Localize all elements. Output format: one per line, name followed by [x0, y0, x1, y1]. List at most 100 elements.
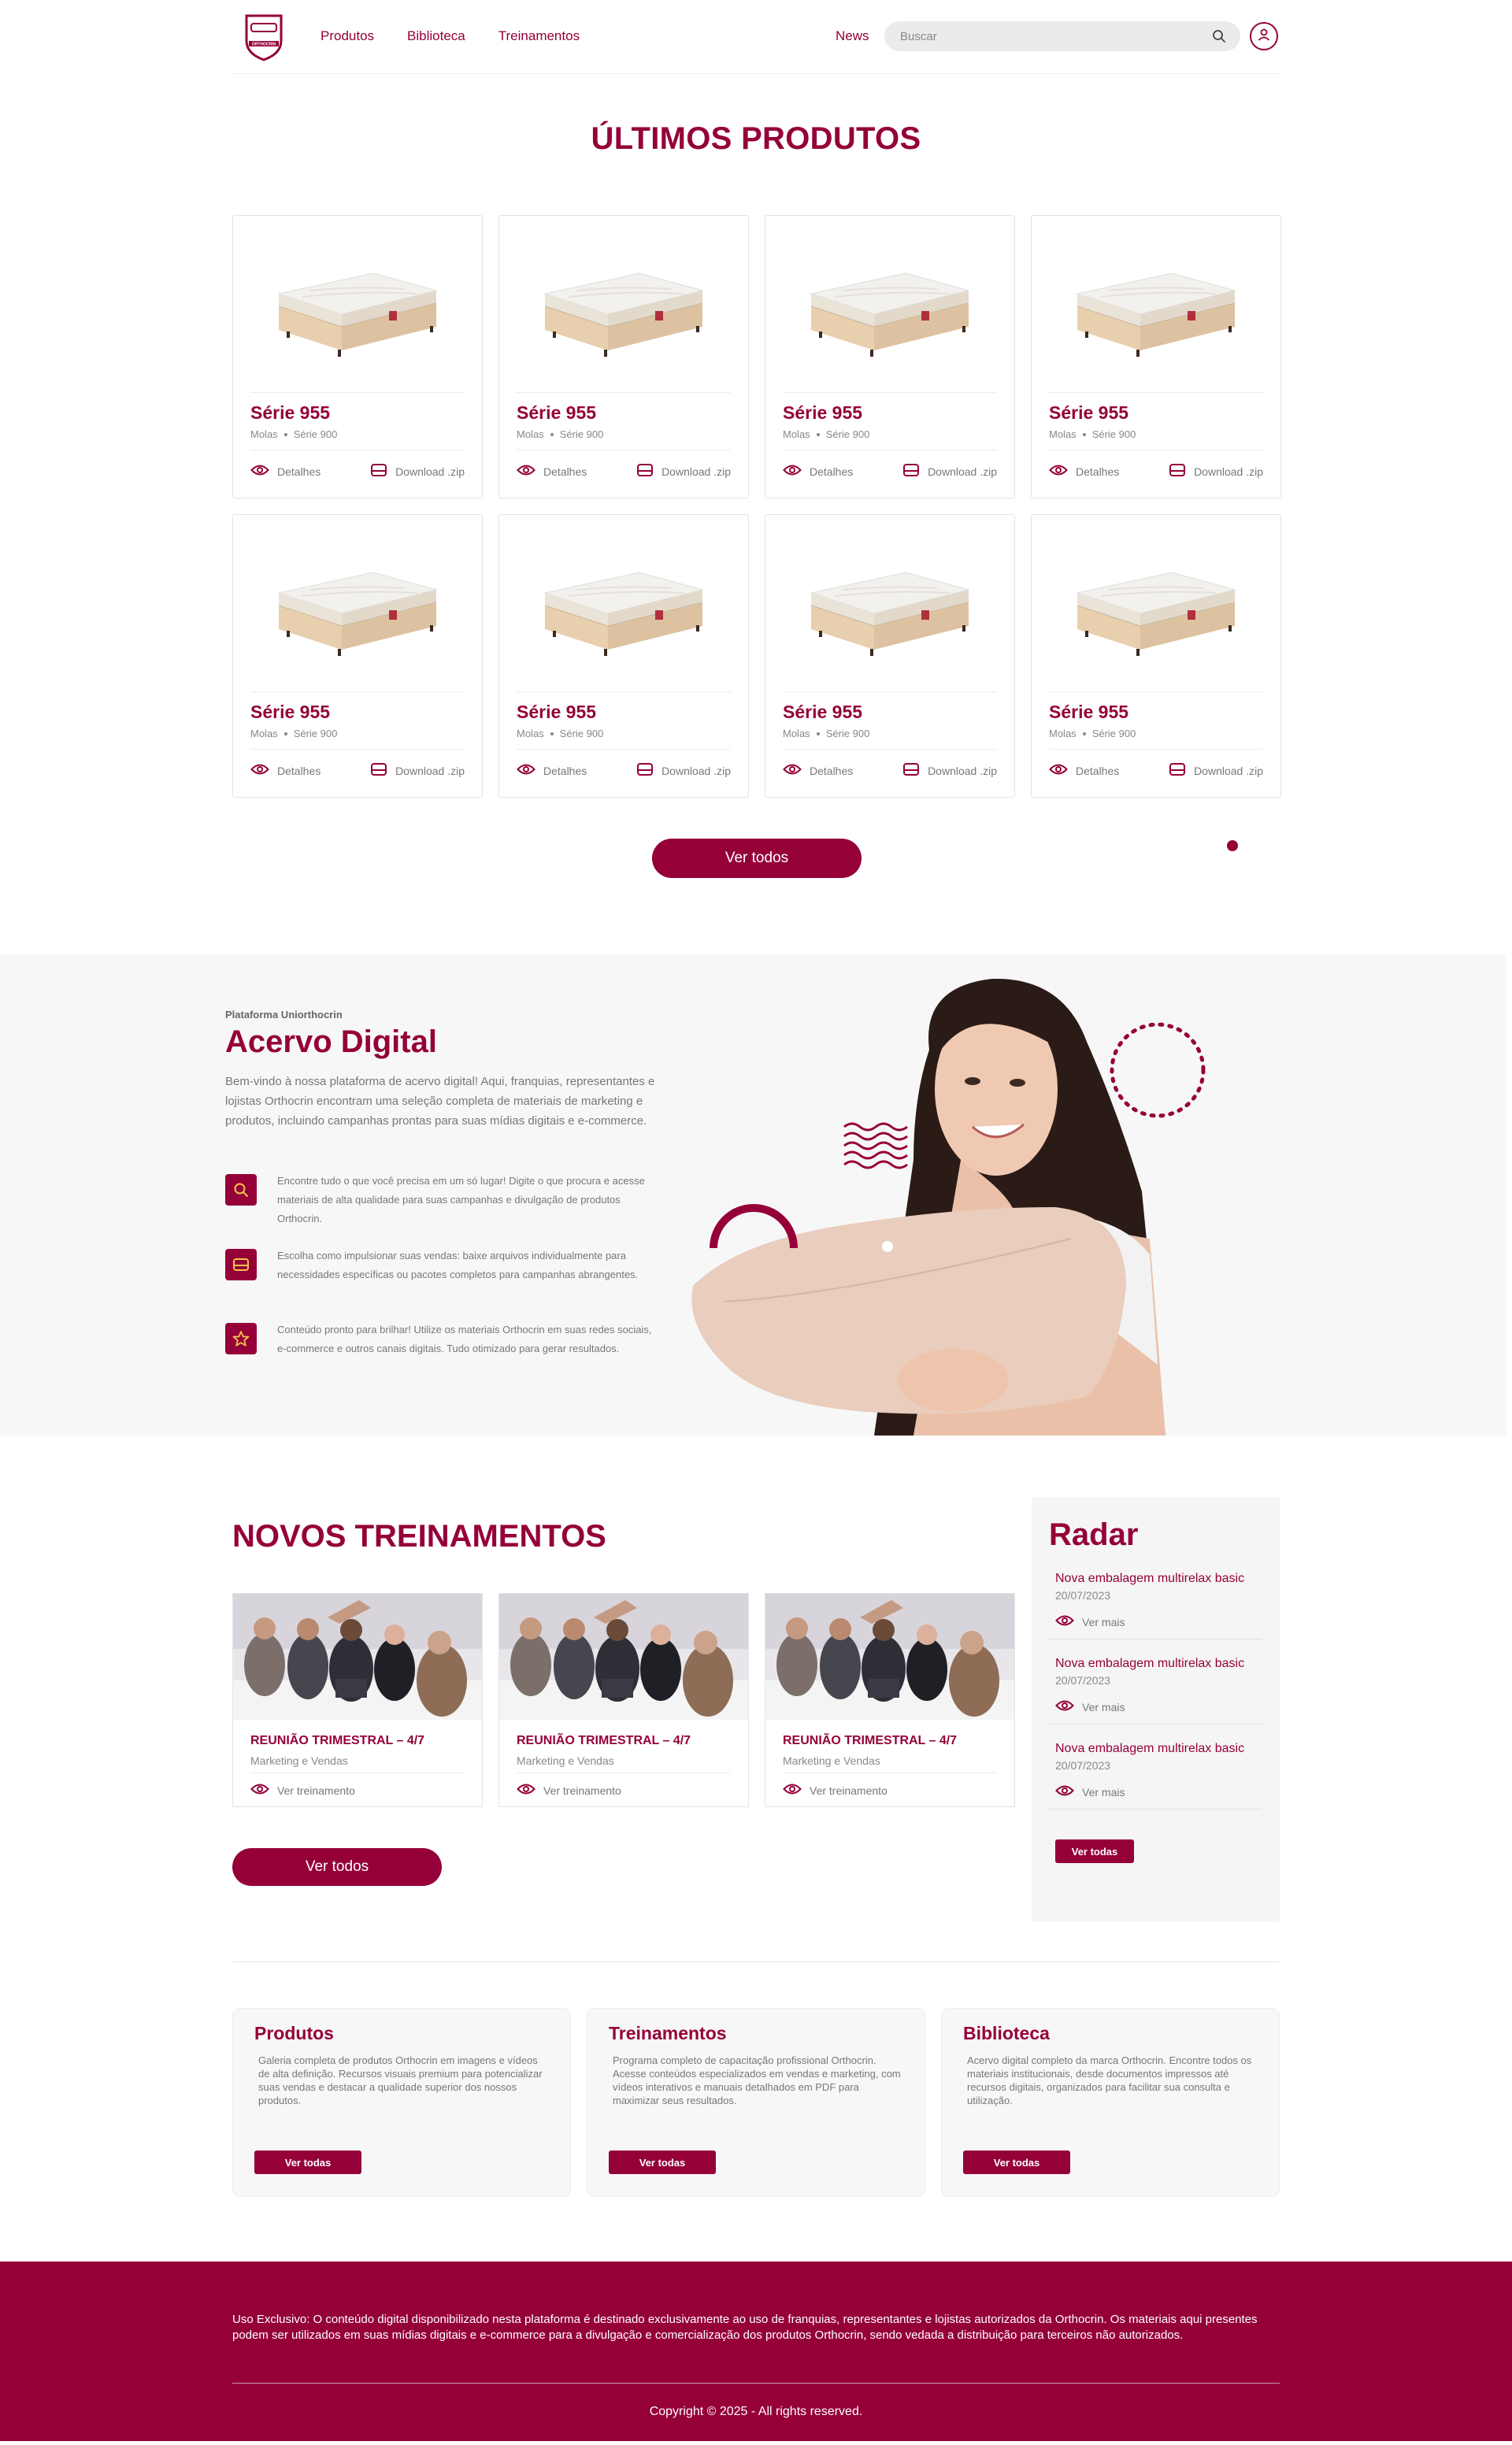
feature-text: Escolha como impulsionar suas vendas: ba… [277, 1250, 639, 1280]
details-button[interactable]: Detalhes [783, 463, 853, 480]
search-icon[interactable] [1210, 28, 1228, 45]
footer-notice: Uso Exclusivo: O conteúdo digital dispon… [232, 2313, 1258, 2342]
training-image[interactable] [765, 1594, 1014, 1720]
product-meta: Molas Série 900 [517, 428, 731, 440]
feature-item-ready: Conteúdo pronto para brilhar! Utilize os… [225, 1323, 658, 1358]
details-button[interactable]: Detalhes [517, 463, 587, 480]
feature-text: Encontre tudo o que você precisa em um s… [277, 1175, 645, 1224]
radar-title: Radar [1049, 1517, 1139, 1552]
product-card[interactable]: Série 955 Molas Série 900 Detalhes Downl… [765, 514, 1015, 798]
details-label: Detalhes [543, 764, 587, 777]
details-button[interactable]: Detalhes [517, 762, 587, 779]
radar-ver-todas-button[interactable]: Ver todas [1055, 1839, 1134, 1863]
feature-text: Conteúdo pronto para brilhar! Utilize os… [277, 1324, 652, 1354]
training-card[interactable]: REUNIÃO TRIMESTRAL – 4/7 Marketing e Ven… [765, 1593, 1015, 1807]
details-button[interactable]: Detalhes [1049, 463, 1119, 480]
product-card[interactable]: Série 955 Molas Série 900 Detalhes Downl… [1031, 514, 1281, 798]
product-card[interactable]: Série 955 Molas Série 900 Detalhes Downl… [232, 514, 483, 798]
training-image[interactable] [499, 1594, 748, 1720]
ver-treinamento-button[interactable]: Ver treinamento [783, 1783, 997, 1798]
product-image[interactable] [250, 515, 465, 692]
details-button[interactable]: Detalhes [250, 463, 321, 480]
product-meta: Molas Série 900 [1049, 728, 1263, 739]
treinamentos-ver-todos-button[interactable]: Ver todos [232, 1848, 442, 1886]
product-card[interactable]: Série 955 Molas Série 900 Detalhes Downl… [1031, 215, 1281, 498]
radar-item-title[interactable]: Nova embalagem multirelax basic [1055, 1742, 1256, 1756]
radar-item-title[interactable]: Nova embalagem multirelax basic [1055, 1657, 1256, 1671]
details-button[interactable]: Detalhes [250, 762, 321, 779]
product-card[interactable]: Série 955 Molas Série 900 Detalhes Downl… [232, 215, 483, 498]
nav-produtos[interactable]: Produtos [321, 28, 374, 44]
download-zip-button[interactable]: Download .zip [370, 762, 465, 779]
nav-treinamentos[interactable]: Treinamentos [498, 28, 580, 44]
eye-icon [517, 1783, 536, 1798]
training-category: Marketing e Vendas [517, 1754, 614, 1767]
product-card[interactable]: Série 955 Molas Série 900 Detalhes Downl… [765, 215, 1015, 498]
separator-dot [816, 732, 820, 735]
download-label: Download .zip [1194, 764, 1263, 777]
product-image[interactable] [783, 515, 997, 692]
product-line: Série 900 [1091, 728, 1136, 739]
radar-item[interactable]: Nova embalagem multirelax basic 20/07/20… [1049, 1657, 1262, 1724]
product-meta: Molas Série 900 [783, 428, 997, 440]
orthocrin-logo[interactable]: ORTHOCRIN [242, 11, 286, 63]
product-image[interactable] [517, 216, 731, 393]
ver-mais-button[interactable]: Ver mais [1055, 1699, 1256, 1714]
category-title: Produtos [254, 2023, 334, 2043]
download-zip-button[interactable]: Download .zip [902, 463, 997, 480]
details-button[interactable]: Detalhes [1049, 762, 1119, 779]
training-category: Marketing e Vendas [250, 1754, 348, 1767]
product-image[interactable] [1049, 515, 1263, 692]
user-account-button[interactable] [1250, 22, 1278, 50]
training-card[interactable]: REUNIÃO TRIMESTRAL – 4/7 Marketing e Ven… [498, 1593, 749, 1807]
divider [250, 749, 465, 750]
radar-item-title[interactable]: Nova embalagem multirelax basic [1055, 1572, 1256, 1586]
user-icon [1257, 28, 1271, 46]
site-footer: Uso Exclusivo: O conteúdo digital dispon… [0, 2262, 1512, 2441]
separator-dot [284, 432, 287, 436]
category-ver-todas-button[interactable]: Ver todas [609, 2150, 716, 2174]
ver-mais-button[interactable]: Ver mais [1055, 1784, 1256, 1799]
search-input[interactable] [900, 29, 1210, 43]
product-actions: Detalhes Download .zip [517, 762, 731, 779]
ver-treinamento-button[interactable]: Ver treinamento [250, 1783, 465, 1798]
product-meta: Molas Série 900 [783, 728, 997, 739]
product-image[interactable] [250, 216, 465, 393]
main-nav: Produtos Biblioteca Treinamentos [321, 28, 580, 44]
radar-item[interactable]: Nova embalagem multirelax basic 20/07/20… [1049, 1742, 1262, 1810]
categories-section: Produtos Galeria completa de produtos Or… [232, 2008, 1280, 2197]
product-category: Molas [1049, 728, 1077, 739]
ver-treinamento-label: Ver treinamento [277, 1784, 355, 1797]
details-button[interactable]: Detalhes [783, 762, 853, 779]
nav-biblioteca[interactable]: Biblioteca [407, 28, 465, 44]
product-card[interactable]: Série 955 Molas Série 900 Detalhes Downl… [498, 514, 749, 798]
carousel-dot[interactable] [1227, 840, 1238, 851]
products-ver-todos-button[interactable]: Ver todos [652, 839, 862, 878]
category-ver-todas-button[interactable]: Ver todas [254, 2150, 361, 2174]
radar-item[interactable]: Nova embalagem multirelax basic 20/07/20… [1049, 1572, 1262, 1639]
training-card[interactable]: REUNIÃO TRIMESTRAL – 4/7 Marketing e Ven… [232, 1593, 483, 1807]
acervo-section: Plataforma Uniorthocrin Acervo Digital B… [0, 955, 1506, 1436]
product-image[interactable] [1049, 216, 1263, 393]
ver-treinamento-button[interactable]: Ver treinamento [517, 1783, 731, 1798]
eye-icon [250, 763, 269, 778]
product-category: Molas [517, 728, 544, 739]
training-image[interactable] [233, 1594, 482, 1720]
divider [517, 749, 731, 750]
download-zip-button[interactable]: Download .zip [902, 762, 997, 779]
product-card[interactable]: Série 955 Molas Série 900 Detalhes Downl… [498, 215, 749, 498]
acervo-kicker: Plataforma Uniorthocrin [225, 1009, 343, 1021]
category-ver-todas-button[interactable]: Ver todas [963, 2150, 1070, 2174]
download-zip-button[interactable]: Download .zip [636, 762, 731, 779]
ver-mais-button[interactable]: Ver mais [1055, 1614, 1256, 1629]
product-image[interactable] [783, 216, 997, 393]
nav-news[interactable]: News [836, 28, 869, 44]
product-name: Série 955 [1049, 702, 1129, 722]
download-zip-button[interactable]: Download .zip [370, 463, 465, 480]
download-zip-button[interactable]: Download .zip [1169, 463, 1263, 480]
mattress-icon [636, 463, 654, 480]
product-actions: Detalhes Download .zip [1049, 762, 1263, 779]
download-zip-button[interactable]: Download .zip [636, 463, 731, 480]
download-zip-button[interactable]: Download .zip [1169, 762, 1263, 779]
product-image[interactable] [517, 515, 731, 692]
